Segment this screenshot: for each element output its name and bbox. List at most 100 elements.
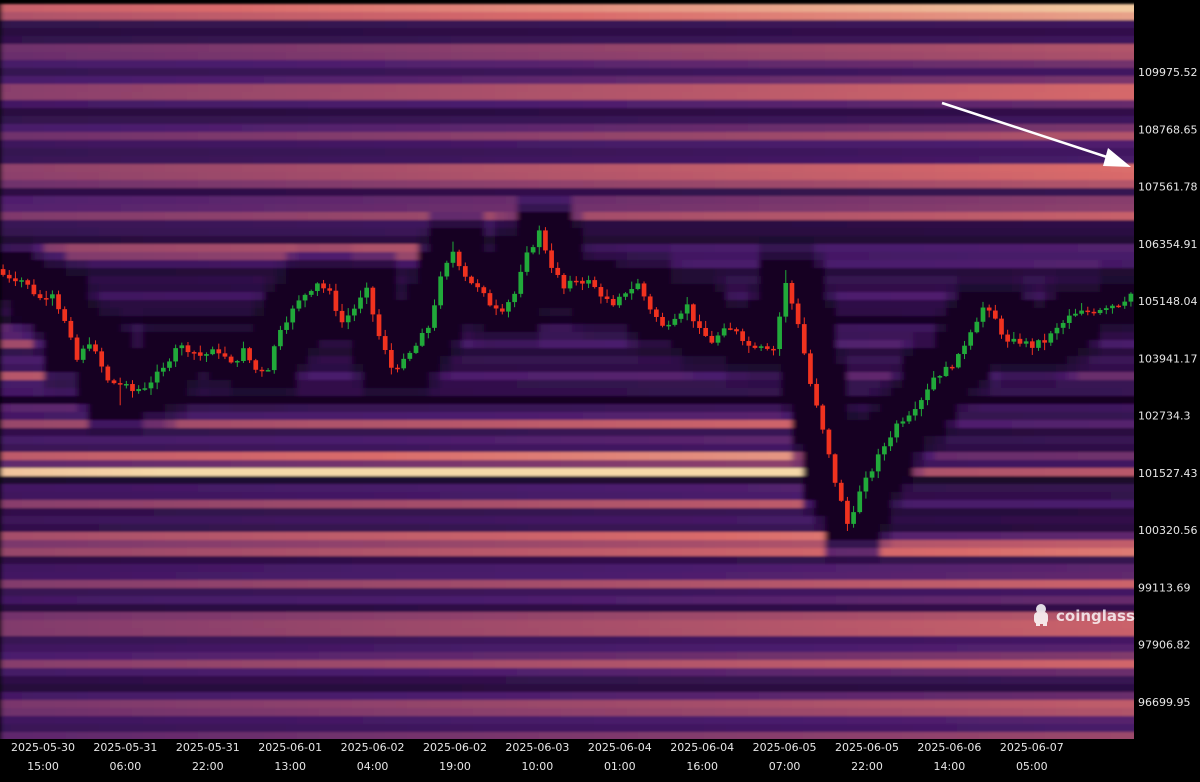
heatmap-cell <box>517 60 529 69</box>
heatmap-cell <box>231 372 243 381</box>
heatmap-cell <box>561 252 573 261</box>
heatmap-cell <box>319 188 331 197</box>
heatmap-cell <box>11 396 23 405</box>
heatmap-cell <box>363 468 375 477</box>
heatmap-cell <box>583 652 595 661</box>
heatmap-cell <box>451 276 463 285</box>
heatmap-cell <box>451 316 463 325</box>
heatmap-cell <box>264 92 276 101</box>
heatmap-cell <box>352 148 364 157</box>
heatmap-cell <box>88 580 100 589</box>
heatmap-cell <box>209 588 221 597</box>
heatmap-cell <box>352 500 364 509</box>
heatmap-cell <box>231 204 243 213</box>
heatmap-cell <box>264 100 276 109</box>
heatmap-cell <box>396 108 408 117</box>
heatmap-cell <box>44 564 56 573</box>
heatmap-cell <box>341 324 353 333</box>
heatmap-cell <box>264 300 276 309</box>
heatmap-cell <box>110 12 122 21</box>
heatmap-cell <box>572 556 584 565</box>
heatmap-cell <box>11 684 23 693</box>
heatmap-cell <box>341 108 353 117</box>
heatmap-cell <box>33 28 45 37</box>
heatmap-cell <box>473 260 485 269</box>
heatmap-cell <box>363 92 375 101</box>
heatmap-cell <box>506 68 518 77</box>
heatmap-cell <box>154 140 166 149</box>
heatmap-cell <box>33 140 45 149</box>
heatmap-cell <box>583 100 595 109</box>
heatmap-cell <box>99 716 111 725</box>
heatmap-cell <box>253 580 265 589</box>
heatmap-cell <box>385 684 397 693</box>
heatmap-cell <box>484 532 496 541</box>
heatmap-cell <box>462 196 474 205</box>
heatmap-cell <box>495 4 507 13</box>
heatmap-cell <box>583 404 595 413</box>
heatmap-cell <box>264 684 276 693</box>
heatmap-cell <box>242 188 254 197</box>
heatmap-cell <box>44 124 56 133</box>
heatmap-cell <box>99 28 111 37</box>
heatmap-cell <box>231 428 243 437</box>
heatmap-cell <box>484 684 496 693</box>
heatmap-cell <box>198 644 210 653</box>
heatmap-cell <box>319 420 331 429</box>
heatmap-cell <box>407 380 419 389</box>
heatmap-cell <box>297 652 309 661</box>
heatmap-cell <box>264 716 276 725</box>
heatmap-cell <box>495 92 507 101</box>
heatmap-cell <box>462 28 474 37</box>
heatmap-cell <box>187 564 199 573</box>
heatmap-cell <box>99 132 111 141</box>
heatmap-cell <box>110 28 122 37</box>
heatmap-cell <box>572 540 584 549</box>
heatmap-cell <box>165 164 177 173</box>
heatmap-cell <box>132 260 144 269</box>
heatmap-cell <box>473 100 485 109</box>
heatmap-cell <box>385 132 397 141</box>
heatmap-cell <box>297 244 309 253</box>
heatmap-cell <box>33 356 45 365</box>
heatmap-cell <box>209 620 221 629</box>
heatmap-cell <box>462 708 474 717</box>
heatmap-cell <box>561 460 573 469</box>
heatmap-cell <box>220 548 232 557</box>
heatmap-cell <box>473 380 485 389</box>
heatmap-cell <box>484 588 496 597</box>
heatmap-cell <box>407 420 419 429</box>
heatmap-cell <box>385 612 397 621</box>
heatmap-cell <box>220 156 232 165</box>
heatmap-cell <box>132 324 144 333</box>
heatmap-cell <box>242 308 254 317</box>
heatmap-cell <box>154 4 166 13</box>
heatmap-cell <box>264 436 276 445</box>
heatmap-cell <box>341 580 353 589</box>
heatmap-cell <box>77 4 89 13</box>
heatmap-cell <box>473 668 485 677</box>
heatmap-cell <box>154 172 166 181</box>
heatmap-cell <box>121 116 133 125</box>
heatmap-cell <box>385 412 397 421</box>
heatmap-cell <box>319 364 331 373</box>
heatmap-cell <box>440 676 452 685</box>
heatmap-cell <box>77 300 89 309</box>
heatmap-cell <box>539 116 551 125</box>
heatmap-cell <box>517 348 529 357</box>
heatmap-cell <box>484 644 496 653</box>
liquidation-heatmap-chart[interactable]: 109975.52108768.65107561.78106354.911051… <box>0 0 1200 782</box>
heatmap-cell <box>44 148 56 157</box>
heatmap-cell <box>396 244 408 253</box>
heatmap-cell <box>297 44 309 53</box>
heatmap-cell <box>308 716 320 725</box>
heatmap-cell <box>506 460 518 469</box>
heatmap-cell <box>506 92 518 101</box>
heatmap-cell <box>506 180 518 189</box>
heatmap-cell <box>561 508 573 517</box>
heatmap-cell <box>429 436 441 445</box>
heatmap-cell <box>561 484 573 493</box>
heatmap-cell <box>297 660 309 669</box>
heatmap-cell <box>330 588 342 597</box>
heatmap-cell <box>187 116 199 125</box>
